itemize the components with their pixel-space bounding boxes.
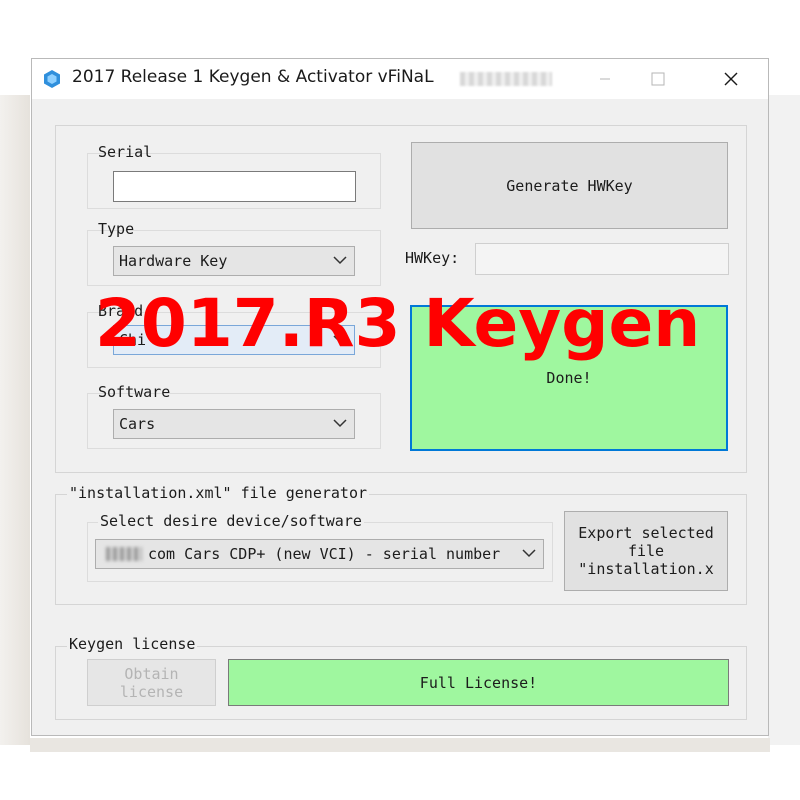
background-left [0, 95, 30, 745]
window-title: 2017 Release 1 Keygen & Activator vFiNaL [72, 67, 434, 87]
app-hexagon-icon [44, 70, 60, 88]
background-bottom [30, 738, 770, 752]
installation-group-label: "installation.xml" file generator [67, 484, 370, 502]
close-button[interactable] [708, 59, 754, 99]
obtain-license-button[interactable]: Obtain license [87, 659, 216, 706]
hwkey-input[interactable] [475, 243, 729, 275]
type-dropdown[interactable]: Hardware Key [113, 246, 355, 276]
export-installation-button[interactable]: Export selected file "installation.x [564, 511, 728, 591]
keygen-window: 2017 Release 1 Keygen & Activator vFiNaL… [31, 58, 769, 736]
device-software-value: com Cars CDP+ (new VCI) - serial number [148, 545, 501, 563]
dropdown-value-redaction [106, 547, 142, 561]
title-redaction [460, 72, 552, 86]
overlay-watermark-text: 2017.R3 Keygen [95, 285, 701, 362]
maximize-button[interactable] [635, 59, 681, 99]
type-label: Type [98, 220, 135, 238]
full-license-status[interactable]: Full License! [228, 659, 729, 706]
background-right [768, 95, 800, 745]
generate-hwkey-button[interactable]: Generate HWKey [411, 142, 728, 229]
chevron-down-icon [333, 419, 347, 428]
title-bar[interactable]: 2017 Release 1 Keygen & Activator vFiNaL [32, 59, 768, 99]
close-icon [724, 72, 738, 86]
type-dropdown-value: Hardware Key [119, 252, 228, 270]
license-group-label: Keygen license [67, 635, 198, 653]
hwkey-label: HWKey: [405, 249, 460, 267]
serial-input[interactable] [113, 171, 356, 202]
minimize-button[interactable] [582, 59, 628, 99]
software-label: Software [98, 383, 171, 401]
maximize-icon [651, 72, 665, 86]
software-dropdown-value: Cars [119, 415, 156, 433]
device-select-label: Select desire device/software [98, 512, 364, 530]
minimize-icon [600, 78, 610, 80]
serial-label: Serial [98, 143, 153, 161]
software-dropdown[interactable]: Cars [113, 409, 355, 439]
device-software-dropdown[interactable]: com Cars CDP+ (new VCI) - serial number [95, 539, 544, 569]
chevron-down-icon [333, 256, 347, 265]
chevron-down-icon [522, 549, 536, 558]
